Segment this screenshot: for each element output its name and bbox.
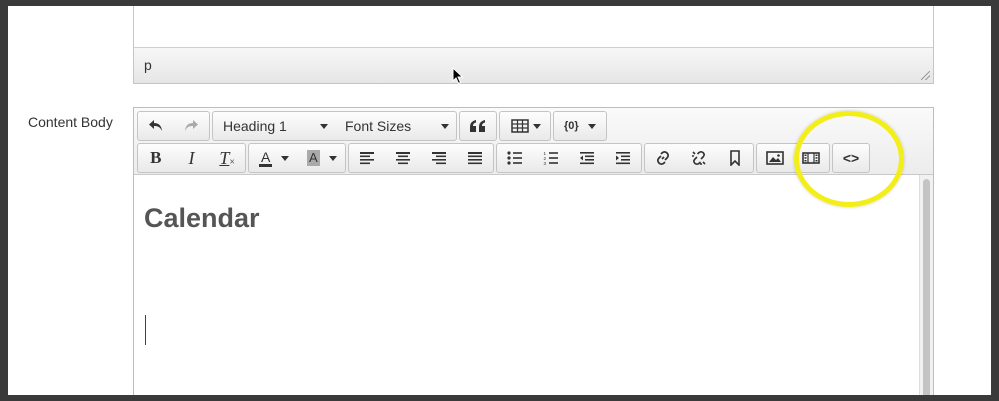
template-label: {0}	[564, 120, 579, 132]
history-group	[137, 111, 210, 141]
editor-scrollbar[interactable]	[919, 175, 933, 395]
outdent-icon	[580, 152, 594, 165]
previous-editor-statusbar: p	[134, 47, 933, 83]
numbered-list-icon: 123	[544, 151, 558, 165]
redo-button[interactable]	[174, 112, 210, 140]
template-button[interactable]: {0}	[554, 112, 606, 140]
align-left-button[interactable]	[349, 144, 385, 172]
italic-icon: I	[188, 147, 195, 168]
indent-icon	[616, 152, 630, 165]
align-right-button[interactable]	[421, 144, 457, 172]
link-group	[644, 143, 754, 173]
format-select[interactable]: Heading 1	[213, 112, 335, 140]
previous-editor: p	[133, 6, 934, 84]
outdent-button[interactable]	[569, 144, 605, 172]
svg-text:3: 3	[544, 161, 547, 165]
chevron-down-icon	[588, 124, 596, 129]
list-group: 123	[496, 143, 642, 173]
text-color-button[interactable]: A	[249, 144, 297, 172]
remove-link-button[interactable]	[681, 144, 717, 172]
scrollbar-thumb[interactable]	[923, 179, 930, 395]
insert-link-button[interactable]	[645, 144, 681, 172]
indent-button[interactable]	[605, 144, 641, 172]
anchor-button[interactable]	[717, 144, 753, 172]
bullet-list-icon	[507, 151, 522, 165]
italic-button[interactable]: I	[174, 144, 210, 172]
chevron-down-icon	[533, 124, 541, 129]
clear-x-icon: ×	[229, 156, 235, 168]
format-group: Heading 1 Font Sizes	[212, 111, 457, 141]
undo-button[interactable]	[138, 112, 174, 140]
align-left-icon	[360, 152, 374, 165]
table-group	[499, 111, 551, 141]
font-size-select[interactable]: Font Sizes	[335, 112, 456, 140]
alignment-group	[348, 143, 494, 173]
align-right-icon	[432, 152, 446, 165]
table-button[interactable]	[500, 112, 550, 140]
chevron-down-icon	[329, 156, 337, 161]
blockquote-icon	[470, 120, 485, 132]
template-group: {0}	[553, 111, 607, 141]
blockquote-button[interactable]	[460, 112, 496, 140]
chevron-down-icon	[320, 124, 328, 129]
element-path[interactable]: p	[144, 57, 152, 73]
redo-icon	[185, 120, 199, 131]
bold-icon: B	[150, 148, 162, 167]
chevron-down-icon	[281, 156, 289, 161]
resize-grip-icon[interactable]	[921, 71, 930, 80]
mouse-cursor-icon	[452, 67, 464, 85]
bullet-list-button[interactable]	[497, 144, 533, 172]
text-caret	[145, 315, 146, 345]
editor-content-area[interactable]: Calendar	[134, 175, 919, 395]
bold-button[interactable]: B	[138, 144, 174, 172]
text-style-group: B I T ×	[137, 143, 246, 173]
content-body-label: Content Body	[28, 114, 113, 130]
clear-format-button[interactable]: T ×	[209, 144, 245, 172]
format-select-value: Heading 1	[223, 118, 287, 134]
clear-format-icon: T	[219, 147, 230, 168]
chevron-down-icon	[441, 124, 449, 129]
background-color-button[interactable]: A	[297, 144, 345, 172]
bookmark-icon	[730, 150, 740, 166]
table-icon	[511, 119, 529, 133]
align-center-button[interactable]	[385, 144, 421, 172]
image-icon	[766, 151, 784, 165]
color-group: A A	[248, 143, 346, 173]
numbered-list-button[interactable]: 123	[533, 144, 569, 172]
content-heading: Calendar	[144, 203, 260, 233]
font-size-select-value: Font Sizes	[345, 118, 412, 134]
page: p Content Body Heading 1 Font Sizes {0} …	[8, 6, 991, 395]
unlink-icon	[692, 151, 706, 165]
insert-image-button[interactable]	[757, 144, 793, 172]
highlight-circle	[794, 111, 904, 207]
link-icon	[656, 150, 670, 166]
blockquote-group	[459, 111, 497, 141]
align-justify-icon	[468, 152, 482, 165]
align-center-icon	[396, 152, 410, 165]
align-justify-button[interactable]	[457, 144, 493, 172]
undo-icon	[148, 120, 162, 131]
text-color-icon: A	[259, 148, 273, 167]
background-color-icon: A	[307, 150, 320, 166]
